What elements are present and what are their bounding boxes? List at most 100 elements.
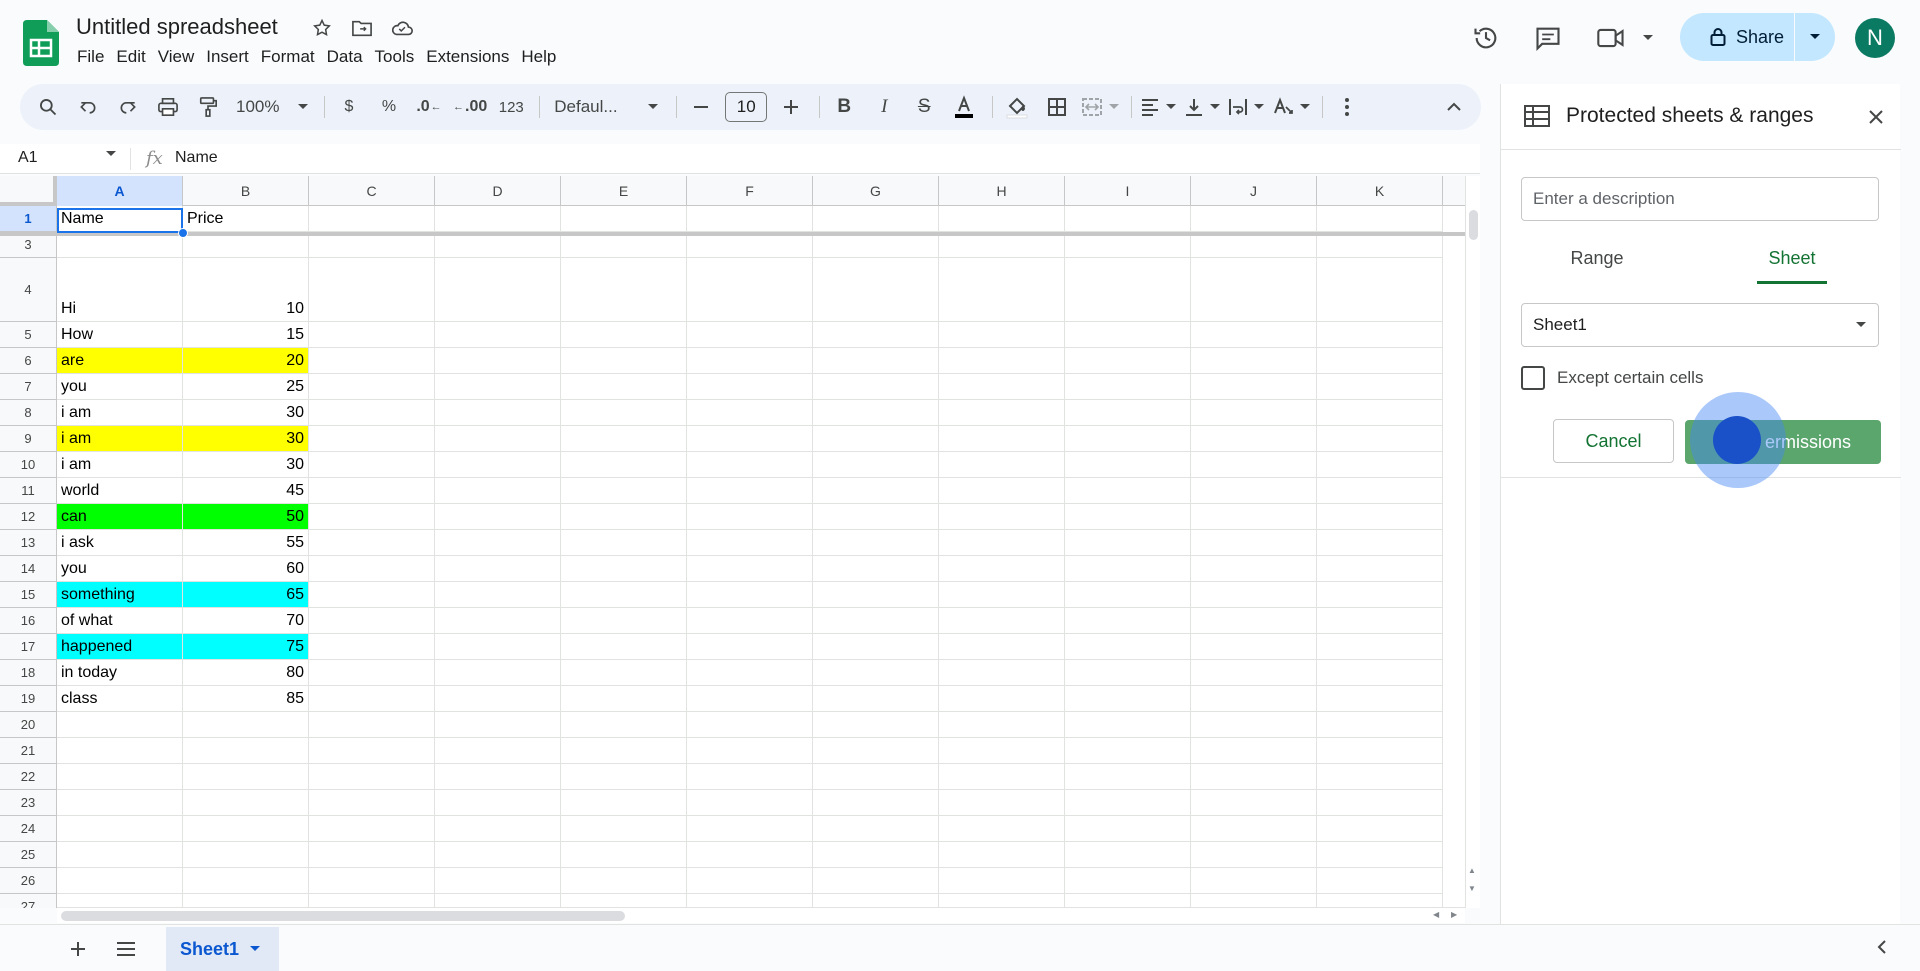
cell[interactable] <box>561 400 687 426</box>
cell[interactable] <box>939 634 1065 660</box>
text-color-icon[interactable] <box>948 91 980 123</box>
except-cells-row[interactable]: Except certain cells <box>1521 363 1703 393</box>
cell[interactable] <box>687 426 813 452</box>
cell[interactable] <box>687 660 813 686</box>
cell[interactable] <box>687 556 813 582</box>
cell[interactable] <box>1065 816 1191 842</box>
cell[interactable] <box>687 738 813 764</box>
column-header-h[interactable]: H <box>939 176 1065 206</box>
cell[interactable] <box>939 816 1065 842</box>
cell[interactable] <box>1065 452 1191 478</box>
cell[interactable] <box>687 634 813 660</box>
cell[interactable] <box>1317 556 1443 582</box>
cell[interactable] <box>1191 452 1317 478</box>
cell[interactable] <box>1065 608 1191 634</box>
cell[interactable] <box>813 894 939 908</box>
cell[interactable] <box>435 868 561 894</box>
cell[interactable] <box>687 868 813 894</box>
scroll-down-arrow-icon[interactable]: ▼ <box>1468 884 1476 893</box>
cell[interactable] <box>1065 738 1191 764</box>
comments-icon[interactable] <box>1530 20 1566 56</box>
increase-font-size-icon[interactable] <box>775 91 807 123</box>
cell[interactable] <box>309 738 435 764</box>
cell[interactable] <box>1191 608 1317 634</box>
row-header[interactable]: 7 <box>0 374 57 400</box>
cell[interactable] <box>561 504 687 530</box>
cell[interactable]: happened <box>57 634 183 660</box>
cell[interactable]: in today <box>57 660 183 686</box>
format-currency-button[interactable]: $ <box>333 91 365 123</box>
cell[interactable] <box>561 660 687 686</box>
cell[interactable] <box>435 582 561 608</box>
cell[interactable] <box>183 816 309 842</box>
hide-menus-chevron-up-icon[interactable] <box>1438 91 1470 123</box>
vertical-scroll-thumb[interactable] <box>1469 210 1478 240</box>
cell[interactable] <box>687 374 813 400</box>
all-sheets-menu-icon[interactable] <box>112 935 140 963</box>
strikethrough-icon[interactable]: S <box>908 91 940 123</box>
cell[interactable] <box>435 452 561 478</box>
cell[interactable] <box>309 556 435 582</box>
cell[interactable] <box>309 894 435 908</box>
cell[interactable] <box>939 712 1065 738</box>
cell[interactable] <box>939 608 1065 634</box>
menu-insert[interactable]: Insert <box>205 46 258 70</box>
cell[interactable] <box>939 374 1065 400</box>
row-header[interactable]: 24 <box>0 816 57 842</box>
cell[interactable] <box>435 816 561 842</box>
cell[interactable] <box>309 582 435 608</box>
cell[interactable] <box>1191 868 1317 894</box>
cell[interactable] <box>1191 816 1317 842</box>
cell[interactable] <box>939 478 1065 504</box>
row-header[interactable]: 18 <box>0 660 57 686</box>
cell[interactable] <box>687 608 813 634</box>
cell[interactable] <box>939 790 1065 816</box>
cell[interactable] <box>687 478 813 504</box>
row-header[interactable]: 13 <box>0 530 57 556</box>
cell[interactable] <box>309 504 435 530</box>
scroll-left-arrow-icon[interactable]: ◀ <box>1433 910 1439 919</box>
cell[interactable] <box>309 374 435 400</box>
tab-sheet[interactable]: Sheet <box>1757 248 1827 284</box>
cell[interactable] <box>1191 556 1317 582</box>
cell[interactable]: 30 <box>183 400 309 426</box>
cell[interactable] <box>1317 426 1443 452</box>
row-header[interactable]: 26 <box>0 868 57 894</box>
cell[interactable] <box>1317 608 1443 634</box>
cell[interactable] <box>561 868 687 894</box>
cell[interactable] <box>309 608 435 634</box>
row-header[interactable]: 19 <box>0 686 57 712</box>
cell[interactable] <box>813 842 939 868</box>
cell[interactable] <box>309 206 435 232</box>
cell[interactable] <box>1317 348 1443 374</box>
cell[interactable] <box>939 530 1065 556</box>
cell[interactable] <box>1317 842 1443 868</box>
cell[interactable] <box>1317 374 1443 400</box>
search-menus-icon[interactable] <box>32 91 64 123</box>
cell[interactable] <box>687 686 813 712</box>
cell[interactable] <box>1191 790 1317 816</box>
cell[interactable] <box>1191 894 1317 908</box>
row-header[interactable]: 27 <box>0 894 57 908</box>
increase-decimal-button[interactable]: ← .00 <box>453 91 487 123</box>
cell[interactable] <box>183 842 309 868</box>
cell[interactable] <box>561 790 687 816</box>
cell[interactable] <box>309 452 435 478</box>
cell[interactable] <box>939 842 1065 868</box>
redo-icon[interactable] <box>112 91 144 123</box>
cell[interactable] <box>1317 686 1443 712</box>
zoom-select[interactable]: 100% <box>232 91 312 123</box>
cell[interactable] <box>939 894 1065 908</box>
cell[interactable] <box>1065 790 1191 816</box>
cell[interactable]: 25 <box>183 374 309 400</box>
cell[interactable] <box>813 764 939 790</box>
row-header[interactable]: 22 <box>0 764 57 790</box>
cell[interactable] <box>813 582 939 608</box>
row-header[interactable]: 4 <box>0 258 57 322</box>
cell[interactable]: 45 <box>183 478 309 504</box>
cell[interactable] <box>57 842 183 868</box>
fill-handle[interactable] <box>178 228 188 238</box>
cell[interactable] <box>561 348 687 374</box>
column-header-i[interactable]: I <box>1065 176 1191 206</box>
cell[interactable] <box>561 608 687 634</box>
